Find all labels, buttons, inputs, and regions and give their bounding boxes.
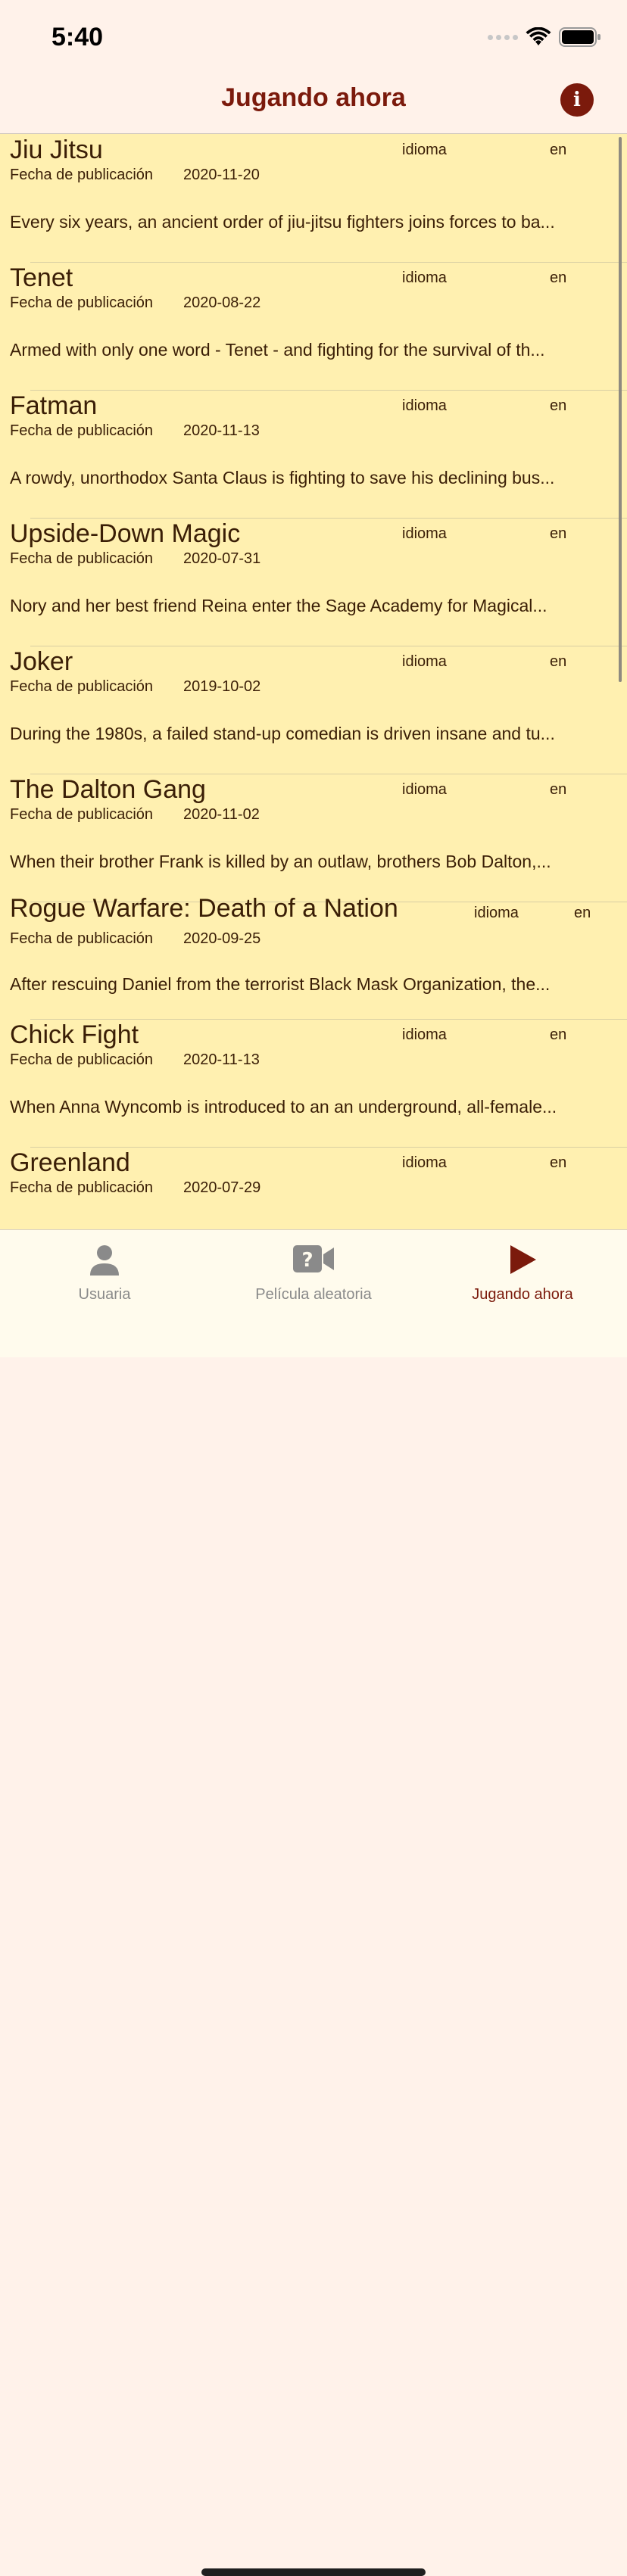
info-icon: i — [573, 89, 581, 111]
status-bar: 5:40 — [0, 0, 627, 71]
movie-row[interactable]: Tenet idioma en Fecha de publicación 2020-08… — [0, 262, 627, 389]
movie-overview: When their brother Frank is killed by an… — [10, 852, 551, 871]
movie-row[interactable]: Fatman idioma en Fecha de publicación 2020-1… — [0, 390, 627, 517]
language-label: idioma — [402, 525, 447, 542]
language-value: en — [550, 1026, 567, 1043]
tab-label: Jugando ahora — [472, 1286, 573, 1303]
row-separator — [30, 1019, 627, 1020]
release-date-value: 2020-11-02 — [183, 806, 260, 823]
wifi-icon — [526, 27, 551, 45]
movie-overview: Armed with only one word - Tenet - and f… — [10, 340, 545, 360]
movie-overview: Every six years, an ancient order of jiu… — [10, 212, 555, 232]
tab-label: Película aleatoria — [255, 1286, 372, 1303]
movie-title: Tenet — [10, 263, 73, 292]
release-date-value: 2019-10-02 — [183, 678, 261, 695]
tab-bar: Usuaria ? Película aleatoria Jugando aho… — [0, 1229, 627, 2576]
language-value: en — [550, 525, 567, 542]
language-value: en — [574, 905, 591, 921]
question-video-icon: ? — [293, 1245, 334, 1272]
release-date-label: Fecha de publicación — [10, 678, 154, 695]
movie-title: Upside-Down Magic — [10, 519, 241, 548]
language-value: en — [550, 269, 567, 286]
language-value: en — [550, 397, 567, 414]
release-date-label: Fecha de publicación — [10, 1179, 154, 1196]
page-title: Jugando ahora — [221, 83, 406, 112]
language-label: idioma — [402, 653, 447, 670]
language-value: en — [550, 142, 567, 158]
movie-title: Rogue Warfare: Death of a Nation — [10, 894, 398, 923]
person-icon — [90, 1245, 119, 1276]
movie-row[interactable]: Jiu Jitsu idioma en Fecha de publicación 202… — [0, 134, 627, 261]
navigation-bar: Jugando ahora i — [0, 71, 627, 134]
row-separator — [30, 262, 627, 263]
info-button[interactable]: i — [560, 83, 594, 117]
cellular-signal-icon — [488, 34, 518, 40]
tab-pelicula-aleatoria[interactable]: ? Película aleatoria — [209, 1230, 418, 1313]
movie-row[interactable]: The Dalton Gang idioma en Fecha de publicac… — [0, 774, 627, 901]
home-indicator — [201, 2568, 426, 2576]
language-label: idioma — [402, 1026, 447, 1043]
language-label: idioma — [402, 269, 447, 286]
movie-row[interactable]: Upside-Down Magic idioma en Fecha de public… — [0, 518, 627, 645]
movie-row[interactable]: Greenland idioma en Fecha de publicación 202… — [0, 1147, 627, 1229]
movie-row[interactable]: Joker idioma en Fecha de publicación 2019-10… — [0, 646, 627, 773]
movie-overview: After rescuing Daniel from the terrorist… — [10, 974, 551, 994]
release-date-label: Fecha de publicación — [10, 294, 154, 311]
release-date-label: Fecha de publicación — [10, 1051, 154, 1068]
movie-list[interactable]: Jiu Jitsu idioma en Fecha de publicación 202… — [0, 134, 627, 1229]
release-date-label: Fecha de publicación — [10, 806, 154, 823]
tab-jugando-ahora[interactable]: Jugando ahora — [418, 1230, 627, 1313]
svg-text:?: ? — [301, 1249, 313, 1272]
release-date-label: Fecha de publicación — [10, 550, 154, 567]
language-label: idioma — [402, 781, 447, 798]
tab-label: Usuaria — [78, 1286, 131, 1303]
movie-overview: A rowdy, unorthodox Santa Claus is fight… — [10, 468, 555, 487]
movie-title: Joker — [10, 647, 73, 676]
row-separator — [30, 1147, 627, 1148]
release-date-value: 2020-07-29 — [183, 1179, 261, 1196]
play-icon — [510, 1245, 536, 1274]
movie-row[interactable]: Rogue Warfare: Death of a Nation idioma en… — [0, 894, 627, 1029]
movie-title: Fatman — [10, 391, 98, 420]
row-separator — [30, 390, 627, 391]
tab-usuaria[interactable]: Usuaria — [0, 1230, 209, 1313]
release-date-value: 2020-11-13 — [183, 1051, 260, 1068]
language-label: idioma — [402, 397, 447, 414]
scroll-indicator[interactable] — [619, 137, 622, 682]
movie-title: Greenland — [10, 1148, 130, 1177]
movie-title: Chick Fight — [10, 1020, 139, 1049]
battery-icon — [559, 27, 600, 47]
language-value: en — [550, 653, 567, 670]
release-date-value: 2020-11-20 — [183, 167, 260, 183]
language-label: idioma — [402, 1154, 447, 1171]
movie-overview: Nory and her best friend Reina enter the… — [10, 596, 547, 615]
release-date-value: 2020-07-31 — [183, 550, 261, 567]
release-date-value: 2020-09-25 — [183, 930, 261, 947]
language-value: en — [550, 1154, 567, 1171]
movie-overview: During the 1980s, a failed stand-up come… — [10, 724, 555, 743]
movie-row[interactable]: Chick Fight idioma en Fecha de publicación 2… — [0, 1019, 627, 1146]
status-indicators — [488, 27, 601, 47]
movie-overview: When Anna Wyncomb is introduced to an an… — [10, 1097, 557, 1117]
release-date-label: Fecha de publicación — [10, 167, 154, 183]
release-date-label: Fecha de publicación — [10, 930, 154, 947]
release-date-value: 2020-08-22 — [183, 294, 261, 311]
language-label: idioma — [474, 905, 519, 921]
row-separator — [30, 518, 627, 519]
movie-title: The Dalton Gang — [10, 775, 206, 804]
release-date-value: 2020-11-13 — [183, 422, 260, 439]
release-date-label: Fecha de publicación — [10, 422, 154, 439]
movie-title: Jiu Jitsu — [10, 135, 103, 164]
language-label: idioma — [402, 142, 447, 158]
language-value: en — [550, 781, 567, 798]
status-time: 5:40 — [51, 23, 104, 51]
